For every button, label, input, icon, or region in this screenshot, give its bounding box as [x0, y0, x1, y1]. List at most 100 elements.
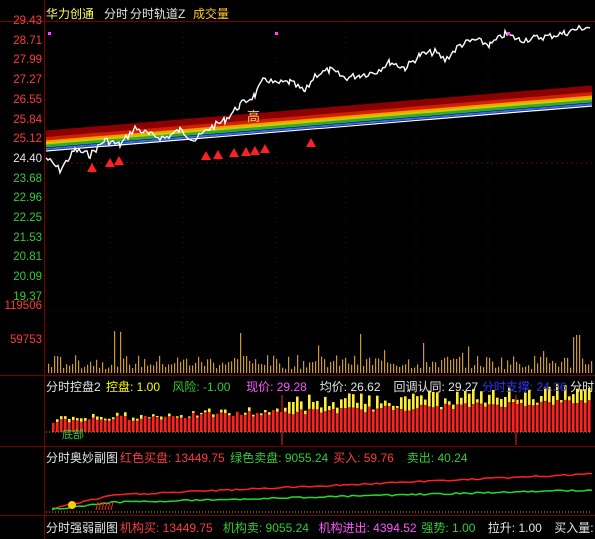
volume-bar [72, 364, 74, 373]
control-red-bar [116, 415, 119, 432]
control-red-bar [224, 413, 227, 432]
control-red-bar [276, 411, 279, 432]
volume-bar [459, 356, 461, 373]
control-yellow-bar [424, 399, 427, 406]
control-red-bar [108, 420, 111, 432]
control-red-bar [212, 417, 215, 432]
volume-bar [195, 362, 197, 373]
control-red-bar [340, 408, 343, 432]
buy-signal-triangle [114, 156, 124, 165]
volume-bar [360, 333, 362, 373]
control-red-bar [500, 406, 503, 432]
control-red-bar [348, 407, 351, 432]
volume-bar [75, 355, 77, 373]
control-red-bar [428, 406, 431, 432]
control-red-bar [332, 409, 335, 432]
control-yellow-bar [76, 418, 79, 421]
control-yellow-bar [116, 412, 119, 416]
control-red-bar [552, 404, 555, 432]
volume-bar [84, 366, 86, 373]
control-red-bar [288, 413, 291, 432]
volume-bar [375, 358, 377, 373]
control-red-bar [228, 415, 231, 432]
control-yellow-bar [440, 406, 443, 410]
volume-bar [90, 361, 92, 373]
control-yellow-bar [380, 403, 383, 408]
control-red-bar [476, 402, 479, 432]
volume-bar [381, 360, 383, 373]
volume-bar [114, 331, 116, 373]
volume-bar [501, 357, 503, 373]
control-yellow-bar [132, 417, 135, 421]
control-red-bar [420, 404, 423, 432]
red-buy-line [51, 472, 593, 509]
control-panel-title[interactable]: 分时控盘2 [46, 378, 101, 394]
volume-bar [300, 368, 302, 373]
volume-bar [57, 356, 59, 373]
control-yellow-bar [560, 400, 563, 403]
volume-bar [99, 367, 101, 373]
control-red-bar [260, 415, 263, 432]
control-yellow-bar [520, 399, 523, 404]
volume-bar [471, 368, 473, 373]
volume-bar [249, 360, 251, 373]
volume-bar [201, 362, 203, 373]
control-yellow-bar [444, 398, 447, 404]
volume-bar [252, 363, 254, 373]
volume-bar [591, 361, 593, 373]
control-red-bar [160, 419, 163, 432]
volume-bar [504, 368, 506, 373]
volume-bar [489, 357, 491, 373]
volume-bar [339, 365, 341, 373]
volume-bar [465, 367, 467, 373]
control-yellow-bar [72, 416, 75, 421]
control-yellow-bar [112, 417, 115, 420]
volume-bar [132, 368, 134, 373]
control-red-bar [100, 419, 103, 432]
control-panel-header: 分时控盘2 控盘: 1.00 风险: -1.00 现价: 29.28 均价: 26.6… [46, 378, 595, 394]
control-red-bar [92, 417, 95, 432]
volume-bar [477, 356, 479, 373]
volume-bar [189, 365, 191, 373]
control-panel-value-0: 控盘: 1.00 [106, 380, 161, 394]
control-red-bar [120, 415, 123, 432]
control-yellow-bar [320, 407, 323, 413]
control-red-bar [392, 409, 395, 432]
control-red-bar [540, 401, 543, 432]
strength-panel-title[interactable]: 分时强弱副图 [46, 519, 118, 535]
control-red-bar [52, 422, 55, 432]
volume-bar [447, 356, 449, 373]
control-red-bar [240, 414, 243, 432]
volume-bar [546, 357, 548, 373]
control-red-bar [432, 407, 435, 432]
volume-bar [303, 361, 305, 373]
volume-bar [561, 361, 563, 373]
volume-bar [399, 366, 401, 373]
volume-bar [225, 364, 227, 373]
volume-bar [567, 357, 569, 373]
control-red-bar [292, 414, 295, 432]
control-yellow-bar [364, 403, 367, 413]
volume-bar [414, 367, 416, 373]
volume-bar [117, 366, 119, 373]
control-red-bar [296, 411, 299, 432]
volume-bar [204, 365, 206, 373]
aomiao-panel-title[interactable]: 分时奥妙副图 [46, 449, 118, 465]
control-red-bar [164, 416, 167, 432]
volume-bar [411, 368, 413, 373]
control-yellow-bar [140, 415, 143, 419]
volume-bar [123, 358, 125, 373]
volume-bar [96, 359, 98, 373]
control-red-bar [236, 411, 239, 432]
volume-bar [387, 362, 389, 373]
volume-bar [372, 364, 374, 373]
strength-panel-value-4: 拉升: 1.00 [487, 521, 542, 535]
control-red-bar [492, 404, 495, 432]
control-yellow-bar [244, 412, 247, 415]
control-yellow-bar [488, 394, 491, 405]
volume-bar [570, 367, 572, 373]
control-yellow-bar [536, 402, 539, 405]
control-yellow-bar [484, 402, 487, 407]
control-yellow-bar [224, 409, 227, 414]
control-yellow-bar [332, 402, 335, 410]
